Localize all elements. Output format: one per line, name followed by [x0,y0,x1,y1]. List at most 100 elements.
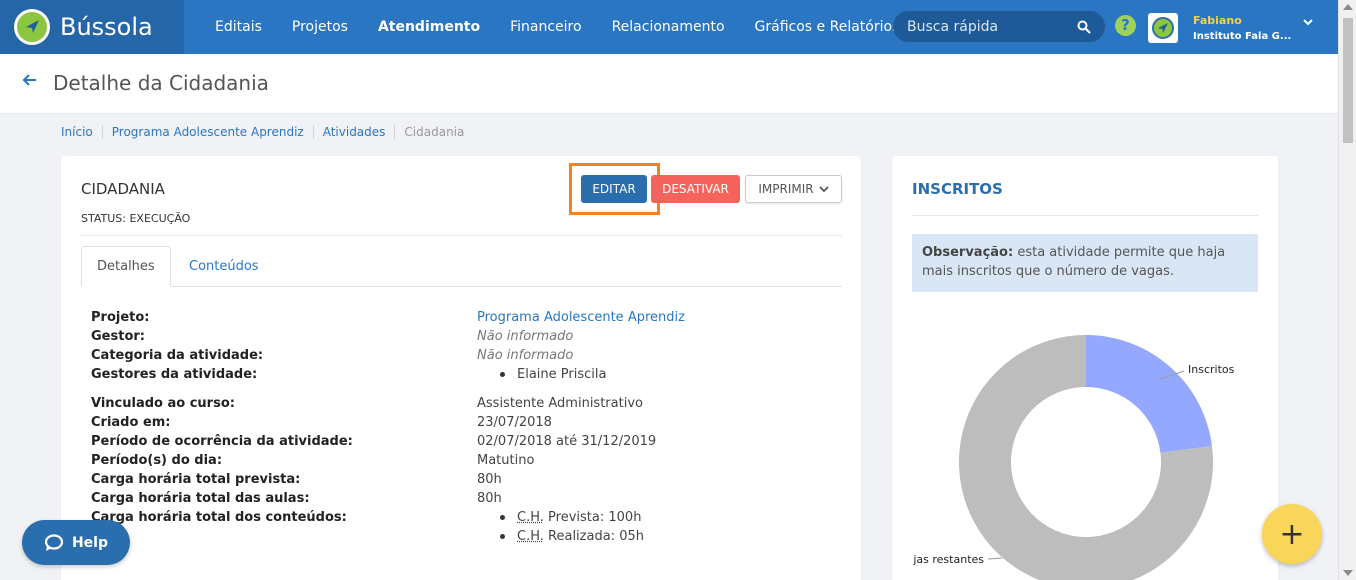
deactivate-button[interactable]: DESATIVAR [651,175,740,203]
donut-slice-0[interactable] [1086,335,1212,453]
status-line: STATUS: EXECUÇÃO [81,212,190,225]
help-label: Help [71,534,109,551]
detail-label: Projeto: [91,310,150,325]
nav-item-editais[interactable]: Editais [200,19,277,35]
detail-row-periodo-ocorrencia: Período de ocorrência da atividade: 02/0… [91,432,841,451]
divider [81,235,842,236]
enrolled-title: INSCRITOS [912,180,1003,198]
scroll-down-icon[interactable] [1343,570,1353,576]
detail-value: C.H. Prevista: 100h C.H. Realizada: 05h [477,508,644,546]
print-button[interactable]: IMPRIMIR [745,175,842,203]
detail-label: Criado em: [91,415,171,430]
vertical-scrollbar[interactable] [1338,0,1356,580]
donut-label: jas restantes [912,553,984,566]
breadcrumb-home[interactable]: Início [61,125,102,139]
breadcrumb-activities[interactable]: Atividades [312,125,395,139]
user-name: Fabiano [1193,14,1242,27]
app-name: Bússola [60,13,153,41]
nav-item-projetos[interactable]: Projetos [277,19,363,35]
detail-value: Elaine Priscila [477,365,606,384]
detail-row-gestores: Gestores da atividade: Elaine Priscila [91,365,841,384]
detail-row-carga-prevista: Carga horária total prevista: 80h [91,470,841,489]
back-arrow-icon[interactable] [22,72,38,88]
detail-label: Categoria da atividade: [91,348,264,363]
breadcrumb-current: Cidadania [394,125,473,139]
chevron-down-icon[interactable] [1303,18,1313,26]
nav-item-relacionamento[interactable]: Relacionamento [597,19,740,35]
list-item: C.H. Prevista: 100h [477,508,644,527]
detail-row-carga-aulas: Carga horária total das aulas: 80h [91,489,841,508]
detail-label: Período(s) do dia: [91,453,223,468]
detail-label: Carga horária total das aulas: [91,491,310,506]
top-navbar: Bússola Editais Projetos Atendimento Financ… [0,0,1338,54]
detail-value: Não informado [477,329,574,344]
help-button[interactable]: Help [22,520,130,565]
user-org: Instituto Fala G... [1193,31,1292,42]
tab-bar: Detalhes Conteúdos [81,246,842,287]
detail-label: Gestor: [91,329,145,344]
tab-details[interactable]: Detalhes [81,246,171,287]
breadcrumb-program[interactable]: Programa Adolescente Aprendiz [101,125,313,139]
donut-label: Inscritos [1188,363,1235,376]
detail-row-criado: Criado em: 23/07/2018 [91,413,841,432]
quick-search[interactable] [893,11,1105,42]
user-menu[interactable]: Fabiano Instituto Fala G... [1193,13,1291,45]
ch-abbr: C.H. [517,529,544,544]
add-fab-button[interactable]: + [1262,504,1322,564]
detail-label: Carga horária total prevista: [91,472,301,487]
prevista-label: Prevista: [548,510,605,525]
list-item: Elaine Priscila [477,365,606,384]
main-nav: Editais Projetos Atendimento Financeiro Rela… [200,0,914,54]
tab-contents[interactable]: Conteúdos [174,246,274,287]
prevista-value: 100h [608,510,642,525]
scroll-up-icon[interactable] [1343,4,1353,10]
nav-item-financeiro[interactable]: Financeiro [495,19,596,35]
divider [912,215,1258,216]
activity-title: CIDADANIA [81,180,165,198]
observation-note: Observação: esta atividade permite que h… [912,234,1258,292]
detail-row-projeto: Projeto: Programa Adolescente Aprendiz [91,308,841,327]
detail-row-carga-conteudos: Carga horária total dos conteúdos: C.H. … [91,508,841,546]
detail-value: Assistente Administrativo [477,396,643,411]
enrolled-card: INSCRITOS Observação: esta atividade per… [892,156,1278,580]
detail-value: Não informado [477,348,574,363]
scroll-thumb[interactable] [1343,18,1353,143]
nav-item-atendimento[interactable]: Atendimento [363,19,495,35]
detail-row-periodo-dia: Período(s) do dia: Matutino [91,451,841,470]
page-title: Detalhe da Cidadania [53,71,269,95]
nav-item-gr-ficos-e-relat-rios[interactable]: Gráficos e Relatórios [740,19,915,35]
detail-row-gestor: Gestor: Não informado [91,327,841,346]
chat-bubble-icon [44,533,64,551]
status-badge: EXECUÇÃO [129,212,191,225]
detail-value: 02/07/2018 até 31/12/2019 [477,434,657,449]
detail-label: Gestores da atividade: [91,367,258,382]
app-logo[interactable]: Bússola [0,0,184,54]
donut-label-line [987,557,1003,560]
detail-value: 80h [477,472,502,487]
activity-card: CIDADANIA STATUS: EXECUÇÃO EDITAR DESATI… [61,156,861,580]
detail-value: 23/07/2018 [477,415,552,430]
detail-label: Vinculado ao curso: [91,396,235,411]
search-icon[interactable] [1077,20,1091,34]
search-input[interactable] [907,18,1067,35]
highlight-box [569,163,660,215]
print-label: IMPRIMIR [758,182,814,196]
realizada-value: 05h [619,529,644,544]
ch-abbr: C.H. [517,510,544,525]
page-header: Detalhe da Cidadania [0,54,1338,114]
help-icon[interactable]: ? [1115,15,1136,36]
detail-value: Matutino [477,453,535,468]
enrolled-donut-chart: Inscritos jas restantes [912,335,1235,580]
status-label: STATUS: [81,212,126,225]
detail-label: Período de ocorrência da atividade: [91,434,353,449]
org-logo-icon [1152,17,1174,39]
list-item: C.H. Realizada: 05h [477,527,644,546]
detail-row-curso: Vinculado ao curso: Assistente Administr… [91,394,841,413]
avatar[interactable] [1148,13,1178,43]
chevron-down-icon [818,186,829,193]
note-label: Observação: [922,245,1014,260]
compass-logo-icon [14,9,50,45]
project-link[interactable]: Programa Adolescente Aprendiz [477,308,685,327]
detail-label: Carga horária total dos conteúdos: [91,510,347,525]
detail-row-categoria: Categoria da atividade: Não informado [91,346,841,365]
